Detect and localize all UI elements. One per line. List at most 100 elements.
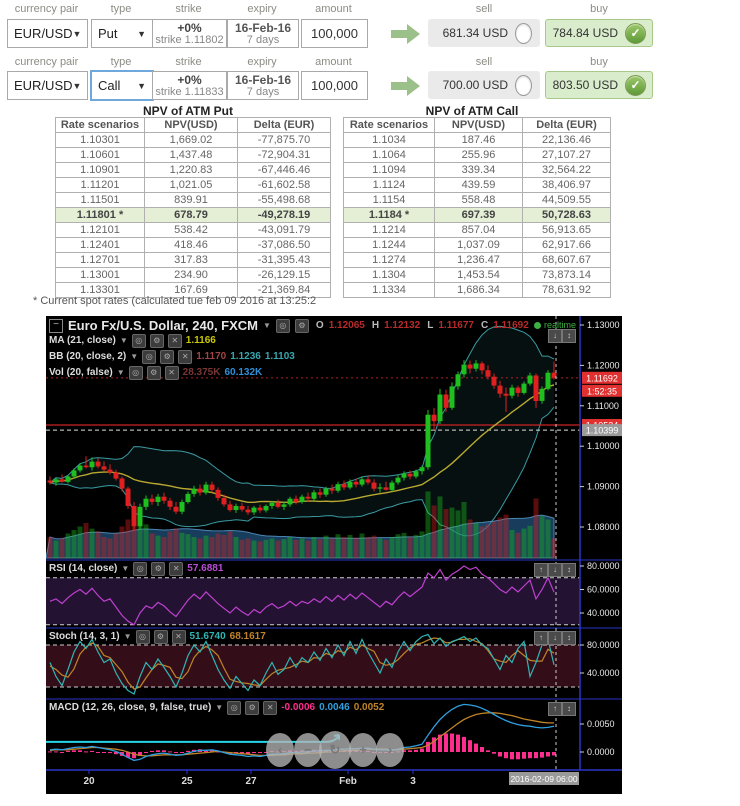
- close-icon[interactable]: ✕: [169, 561, 184, 576]
- type-select[interactable]: Put ▼: [91, 19, 153, 48]
- chevron-down-icon[interactable]: ▼: [120, 336, 128, 345]
- chart-nav-zoom-out-button[interactable]: −: [294, 733, 322, 767]
- pane-main-resize-button[interactable]: ↓: [548, 329, 562, 343]
- table-cell: -37,086.50: [237, 237, 331, 253]
- chevron-down-icon: ▼: [137, 28, 146, 39]
- column-header: Delta (EUR): [522, 117, 611, 133]
- table-cell: 1.11501: [55, 192, 145, 208]
- chevron-down-icon[interactable]: ▼: [121, 564, 129, 573]
- svg-text:1.08000: 1.08000: [587, 522, 620, 532]
- table-cell: 22,136.46: [522, 132, 611, 148]
- close-icon[interactable]: ✕: [167, 333, 182, 348]
- visibility-icon[interactable]: ◎: [131, 333, 146, 348]
- table-cell: 857.04: [434, 222, 523, 238]
- chevron-down-icon[interactable]: ▼: [263, 321, 271, 330]
- ohlc-value: 1.11692: [493, 320, 529, 331]
- check-icon[interactable]: ✓: [625, 22, 646, 44]
- visibility-icon[interactable]: ◎: [135, 629, 150, 644]
- visibility-icon[interactable]: ◎: [227, 700, 242, 715]
- expiry-box[interactable]: 16-Feb-16 7 days: [227, 71, 299, 100]
- currency-pair-select[interactable]: EUR/USD ▼: [7, 71, 88, 100]
- visibility-icon[interactable]: ◎: [133, 561, 148, 576]
- column-header: NPV(USD): [434, 117, 523, 133]
- visibility-icon[interactable]: ◎: [142, 349, 157, 364]
- check-icon[interactable]: ✓: [625, 74, 646, 96]
- visibility-icon[interactable]: ◎: [128, 365, 143, 380]
- close-icon[interactable]: ✕: [171, 629, 186, 644]
- label-type: type: [110, 56, 132, 68]
- chart-nav-reset-button[interactable]: ↻: [319, 731, 351, 769]
- pane-main-resize-button[interactable]: ↕: [562, 329, 576, 343]
- indicator-name: Stoch (14, 3, 1): [49, 631, 120, 642]
- chevron-down-icon[interactable]: ▼: [130, 352, 138, 361]
- amount-input[interactable]: 100,000: [301, 71, 368, 100]
- chart-canvas[interactable]: 1.13000 1.12000 1.11000 1.10000 1.09000 1.080…: [46, 316, 622, 794]
- settings-icon[interactable]: ⚙: [151, 561, 166, 576]
- expiry-box[interactable]: 16-Feb-16 7 days: [227, 19, 299, 48]
- indicator-row-bb: BB (20, close, 2) ▼ ◎ ⚙ ✕ 1.1170 1.1236 1.1103: [49, 349, 295, 364]
- settings-icon[interactable]: ⚙: [245, 700, 260, 715]
- buy-button[interactable]: 784.84 USD ✓: [545, 19, 653, 47]
- close-icon[interactable]: ✕: [263, 700, 278, 715]
- label-sell: sell: [475, 3, 493, 15]
- type-select[interactable]: Call ▼: [90, 70, 154, 101]
- settings-icon[interactable]: ⚙: [153, 629, 168, 644]
- table-cell: -77,875.70: [237, 132, 331, 148]
- indicator-row-ma: MA (21, close) ▼ ◎ ⚙ ✕ 1.1166: [49, 333, 216, 348]
- chevron-down-icon[interactable]: ▼: [215, 703, 223, 712]
- chevron-down-icon[interactable]: ▼: [117, 368, 125, 377]
- chart-nav-forward-button[interactable]: ›: [376, 733, 404, 767]
- pane-stoch-resize-button[interactable]: ↕: [562, 631, 576, 645]
- table-cell: -49,278.19: [237, 207, 331, 223]
- table-cell: 255.96: [434, 147, 523, 163]
- close-icon[interactable]: ✕: [164, 365, 179, 380]
- indicator-value: 0.0046: [319, 702, 350, 713]
- realtime-dot-icon: [533, 321, 541, 329]
- column-header: Rate scenarios: [343, 117, 435, 133]
- pane-macd-resize-button[interactable]: ↕: [562, 702, 576, 716]
- visibility-icon[interactable]: ◎: [275, 318, 290, 333]
- svg-text:1.10000: 1.10000: [587, 441, 620, 451]
- close-icon[interactable]: ✕: [178, 349, 193, 364]
- amount-input[interactable]: 100,000: [301, 19, 368, 48]
- table-cell: 1.1244: [343, 237, 435, 253]
- buy-button[interactable]: 803.50 USD ✓: [545, 71, 653, 99]
- chart-nav-zoom-in-button[interactable]: +: [349, 733, 377, 767]
- svg-text:27: 27: [245, 776, 257, 787]
- svg-text:1.13000: 1.13000: [587, 320, 620, 330]
- settings-icon[interactable]: ⚙: [146, 365, 161, 380]
- strike-box[interactable]: +0% strike 1.11833: [152, 71, 227, 100]
- pane-rsi-resize-button[interactable]: ↕: [562, 563, 576, 577]
- table-cell: 27,107.27: [522, 147, 611, 163]
- strike-box[interactable]: +0% strike 1.11802: [152, 19, 227, 48]
- table-cell: 1.10301: [55, 132, 145, 148]
- currency-pair-select[interactable]: EUR/USD ▼: [7, 19, 88, 48]
- pane-stoch-resize-button[interactable]: ↑: [534, 631, 548, 645]
- table-cell: -31,395.43: [237, 252, 331, 268]
- pane-rsi-resize-button[interactable]: ↓: [548, 563, 562, 577]
- table-cell: 1.1154: [343, 192, 435, 208]
- svg-text:1.09000: 1.09000: [587, 482, 620, 492]
- radio-unchecked-icon[interactable]: [515, 74, 532, 96]
- table-cell: 1.1214: [343, 222, 435, 238]
- table-cell: 1,236.47: [434, 252, 523, 268]
- radio-unchecked-icon[interactable]: [515, 22, 532, 44]
- pane-macd-resize-button[interactable]: ↑: [548, 702, 562, 716]
- table-cell: -67,446.46: [237, 162, 331, 178]
- collapse-icon[interactable]: −: [49, 318, 63, 333]
- settings-icon[interactable]: ⚙: [160, 349, 175, 364]
- label-currency-pair: currency pair: [14, 3, 79, 15]
- pane-rsi-resize-button[interactable]: ↑: [534, 563, 548, 577]
- chart-nav-back-button[interactable]: ‹: [266, 733, 294, 767]
- settings-icon[interactable]: ⚙: [149, 333, 164, 348]
- table-cell: 1,453.54: [434, 267, 523, 283]
- pane-stoch-resize-button[interactable]: ↓: [548, 631, 562, 645]
- price-chart[interactable]: 1.13000 1.12000 1.11000 1.10000 1.09000 1.080…: [46, 316, 622, 794]
- svg-text:0.0000: 0.0000: [587, 747, 615, 757]
- table-cell: 1.11801 *: [55, 207, 145, 223]
- settings-icon[interactable]: ⚙: [294, 318, 309, 333]
- chevron-down-icon[interactable]: ▼: [124, 632, 132, 641]
- sell-button[interactable]: 700.00 USD: [428, 71, 540, 99]
- sell-button[interactable]: 681.34 USD: [428, 19, 540, 47]
- table-row: 1.1274 1,236.47 68,607.67: [343, 252, 611, 268]
